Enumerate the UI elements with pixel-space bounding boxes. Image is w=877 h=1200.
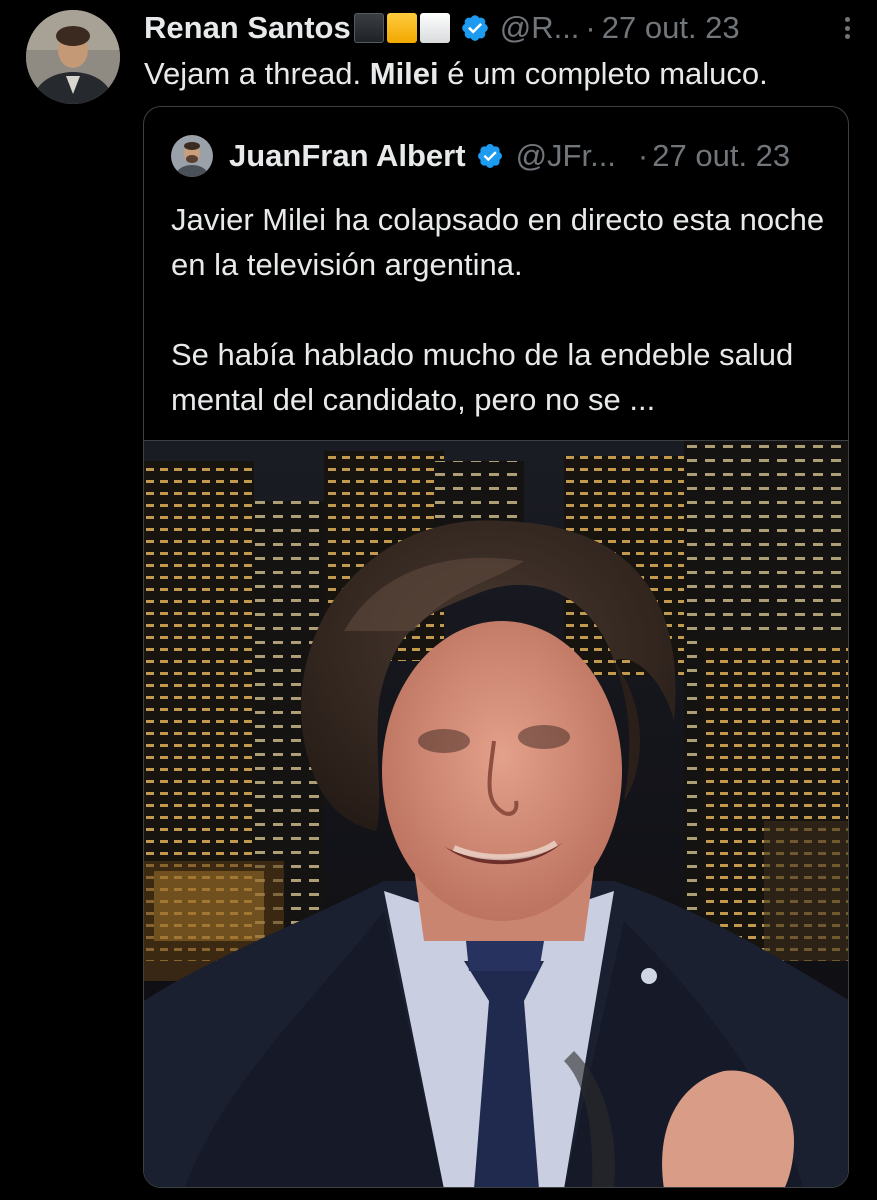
tweet-timestamp[interactable]: 27 out. 23: [602, 10, 740, 46]
quoted-tweet-media[interactable]: [144, 441, 848, 1187]
quoted-tweet-timestamp[interactable]: 27 out. 23: [652, 138, 790, 174]
tweet-text-bold: Milei: [369, 56, 439, 91]
tweet-text-start: Vejam a thread.: [144, 56, 370, 91]
quoted-author-avatar[interactable]: [171, 135, 213, 177]
separator-dot: ·: [637, 138, 649, 173]
more-options-icon[interactable]: [837, 13, 857, 43]
avatar-photo: [26, 10, 120, 104]
verified-badge-icon[interactable]: [460, 13, 490, 43]
quoted-tweet-header: JuanFran Albert @JFr... · 27 out. 23: [171, 133, 822, 179]
quoted-text-paragraph: Javier Milei ha colapsado en directo est…: [171, 202, 825, 282]
name-emoji-flags: [353, 13, 450, 43]
quoted-author-name[interactable]: JuanFran Albert: [229, 138, 466, 174]
author-name[interactable]: Renan Santos: [144, 10, 351, 46]
quoted-avatar-photo: [171, 135, 213, 177]
tweet-text: Vejam a thread. Milei é um completo malu…: [144, 52, 857, 96]
author-handle[interactable]: @R...: [500, 10, 580, 46]
quoted-author-handle[interactable]: @JFr...: [516, 138, 616, 174]
verified-badge-icon[interactable]: [476, 142, 504, 170]
author-avatar[interactable]: [26, 10, 120, 104]
quoted-text-paragraph: Se había hablado mucho de la endeble sal…: [171, 337, 794, 417]
quoted-tweet-card[interactable]: JuanFran Albert @JFr... · 27 out. 23 Jav…: [143, 106, 849, 1188]
black-square-emoji: [353, 13, 384, 43]
quoted-tweet-text: Javier Milei ha colapsado en directo est…: [171, 197, 828, 422]
yellow-square-emoji: [386, 13, 417, 43]
tweet-header: Renan Santos @R... · 27 out. 23: [144, 8, 857, 48]
separator-dot: ·: [585, 10, 596, 45]
tweet-text-end: é um completo maluco.: [438, 56, 768, 91]
white-square-emoji: [419, 13, 450, 43]
video-still-image: [144, 441, 848, 1187]
